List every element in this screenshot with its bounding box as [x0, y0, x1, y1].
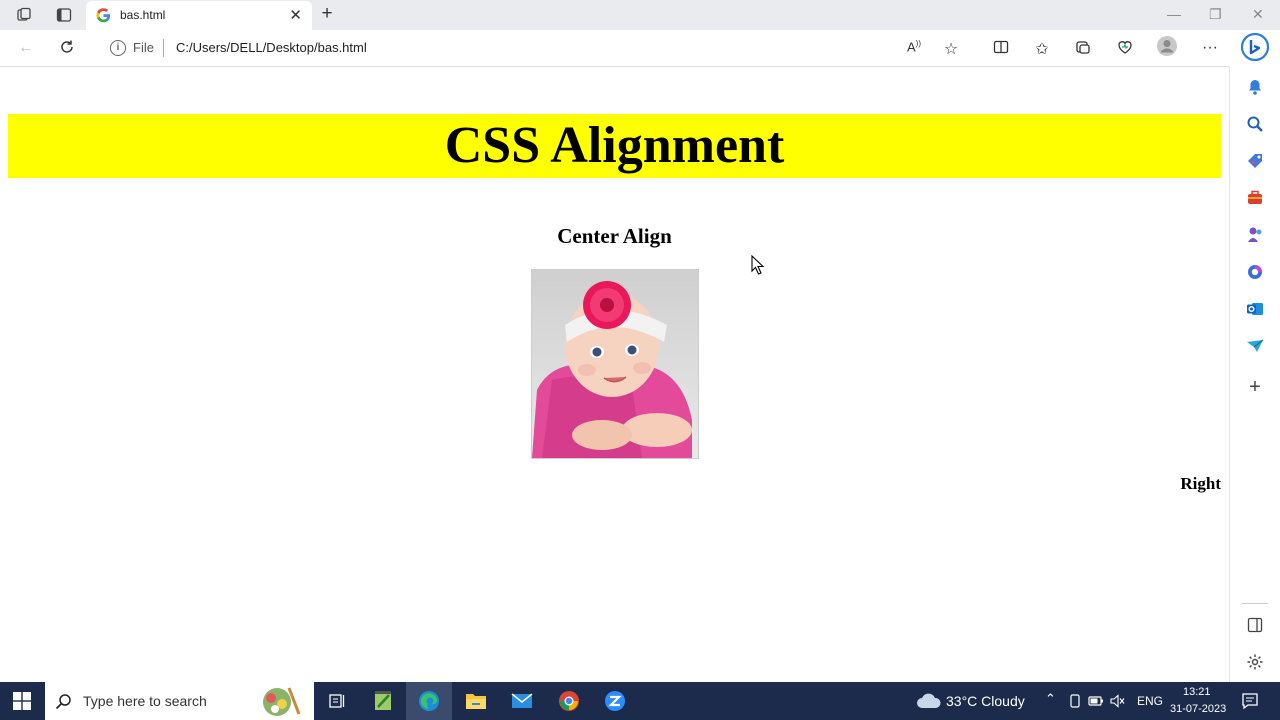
clock-date[interactable]: 31-07-2023: [1170, 703, 1226, 715]
notification-center-icon[interactable]: [1241, 692, 1259, 710]
bing-copilot-icon[interactable]: [1240, 32, 1270, 66]
mouse-cursor-icon: [751, 255, 765, 275]
search-icon: [55, 694, 71, 710]
file-explorer-icon[interactable]: [453, 682, 499, 720]
address-separator: [163, 39, 164, 57]
outlook-icon[interactable]: [1246, 300, 1264, 318]
windows-start-icon[interactable]: [13, 692, 31, 710]
notepad-plus-icon[interactable]: [360, 682, 406, 720]
notification-bell-icon[interactable]: [1246, 78, 1264, 96]
center-align-heading: Center Align: [557, 224, 672, 248]
input-language[interactable]: ENG: [1137, 694, 1163, 708]
right-align-label: Right: [1180, 474, 1221, 493]
close-tab-icon[interactable]: ✕: [289, 6, 302, 24]
settings-gear-icon[interactable]: [1246, 653, 1264, 671]
back-icon[interactable]: ←: [16, 39, 36, 57]
read-aloud-icon[interactable]: A)): [904, 39, 924, 54]
tools-briefcase-icon[interactable]: [1246, 189, 1264, 207]
show-hidden-icons-icon[interactable]: ⌃: [1045, 691, 1056, 707]
windows-taskbar: Type here to search 33°C Cloudy ⌃ ENG 13…: [0, 682, 1280, 720]
google-icon: [96, 8, 111, 23]
file-scheme-label: File: [133, 40, 154, 55]
games-icon[interactable]: [1246, 226, 1264, 244]
new-tab-icon[interactable]: +: [318, 3, 336, 24]
chrome-icon[interactable]: [546, 682, 592, 720]
collections-icon[interactable]: [1073, 39, 1093, 60]
microsoft-365-icon[interactable]: [1246, 263, 1264, 281]
cloudy-weather-icon[interactable]: [916, 693, 942, 709]
edge-browser-icon[interactable]: [406, 682, 452, 720]
search-icon[interactable]: [1246, 115, 1264, 133]
tab-actions-icon[interactable]: [56, 7, 72, 23]
search-highlight-image-icon: [263, 687, 301, 716]
mail-icon[interactable]: [499, 682, 545, 720]
favorites-icon[interactable]: ✩: [1032, 39, 1052, 59]
shopping-tag-icon[interactable]: [1246, 152, 1264, 170]
workspaces-icon[interactable]: [16, 7, 32, 23]
browser-essentials-icon[interactable]: [1115, 39, 1135, 60]
add-sidebar-app-icon[interactable]: +: [1246, 377, 1264, 397]
info-icon[interactable]: i: [110, 40, 126, 56]
page-title: CSS Alignment: [444, 117, 785, 174]
tab-bas-html[interactable]: bas.html ✕: [86, 1, 312, 30]
restore-icon[interactable]: ❐: [1209, 6, 1222, 23]
device-icon[interactable]: [1068, 694, 1082, 708]
weather-text[interactable]: 33°C Cloudy: [946, 693, 1025, 709]
task-view-icon[interactable]: [314, 682, 360, 720]
battery-icon[interactable]: [1088, 695, 1104, 707]
close-window-icon[interactable]: ✕: [1252, 6, 1264, 23]
zoom-icon[interactable]: [592, 682, 638, 720]
address-bar[interactable]: i File C:/Users/DELL/Desktop/bas.html: [98, 33, 972, 63]
toolbar: ← i File C:/Users/DELL/Desktop/bas.html …: [0, 30, 1280, 67]
profile-avatar-icon[interactable]: [1156, 35, 1177, 62]
minimize-icon[interactable]: —: [1167, 6, 1181, 22]
web-page: CSS Alignment Center Align Right: [0, 67, 1229, 682]
volume-muted-icon[interactable]: [1110, 694, 1126, 708]
search-placeholder: Type here to search: [83, 693, 207, 709]
edge-sidebar: +: [1229, 66, 1280, 682]
title-banner: CSS Alignment: [8, 114, 1221, 178]
tab-title: bas.html: [120, 8, 166, 22]
sidebar-divider: [1242, 603, 1268, 604]
split-screen-icon[interactable]: [991, 39, 1011, 60]
baby-photo: [531, 269, 699, 459]
address-url[interactable]: C:/Users/DELL/Desktop/bas.html: [176, 40, 367, 55]
refresh-icon[interactable]: [57, 39, 77, 60]
taskbar-search[interactable]: Type here to search: [45, 682, 314, 720]
favorite-star-icon[interactable]: ☆: [941, 39, 961, 59]
send-drop-icon[interactable]: [1246, 337, 1264, 355]
clock-time[interactable]: 13:21: [1183, 686, 1211, 698]
more-options-icon[interactable]: ···: [1200, 39, 1220, 57]
hide-sidebar-icon[interactable]: [1246, 616, 1264, 634]
tab-strip: bas.html ✕ + — ❐ ✕: [0, 0, 1280, 30]
